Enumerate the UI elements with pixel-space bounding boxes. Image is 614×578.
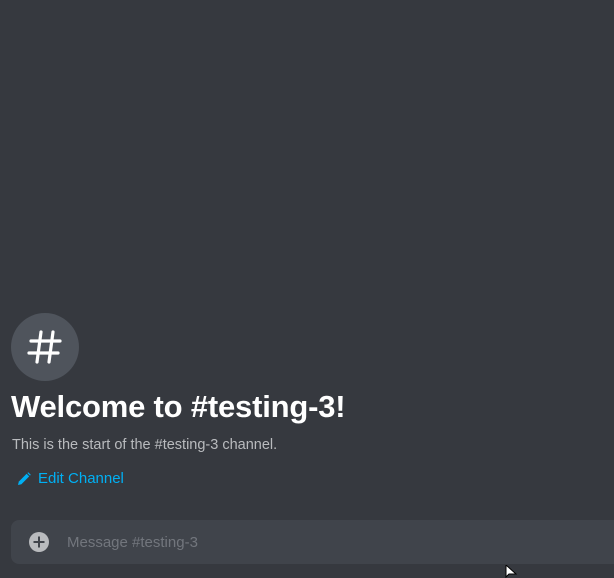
mouse-pointer-icon bbox=[505, 565, 517, 578]
pencil-icon bbox=[18, 471, 31, 485]
channel-avatar bbox=[11, 313, 79, 381]
plus-circle-icon bbox=[29, 532, 49, 552]
message-composer bbox=[11, 520, 614, 564]
welcome-description: This is the start of the #testing-3 chan… bbox=[12, 437, 278, 453]
edit-channel-link[interactable]: Edit Channel bbox=[17, 470, 124, 487]
welcome-title: Welcome to #testing-3! bbox=[11, 389, 346, 424]
add-attachment-button[interactable] bbox=[28, 531, 50, 553]
edit-channel-label: Edit Channel bbox=[38, 470, 124, 487]
hashtag-icon bbox=[27, 330, 62, 364]
chat-area: Welcome to #testing-3! This is the start… bbox=[0, 0, 614, 578]
message-input[interactable] bbox=[67, 520, 614, 564]
